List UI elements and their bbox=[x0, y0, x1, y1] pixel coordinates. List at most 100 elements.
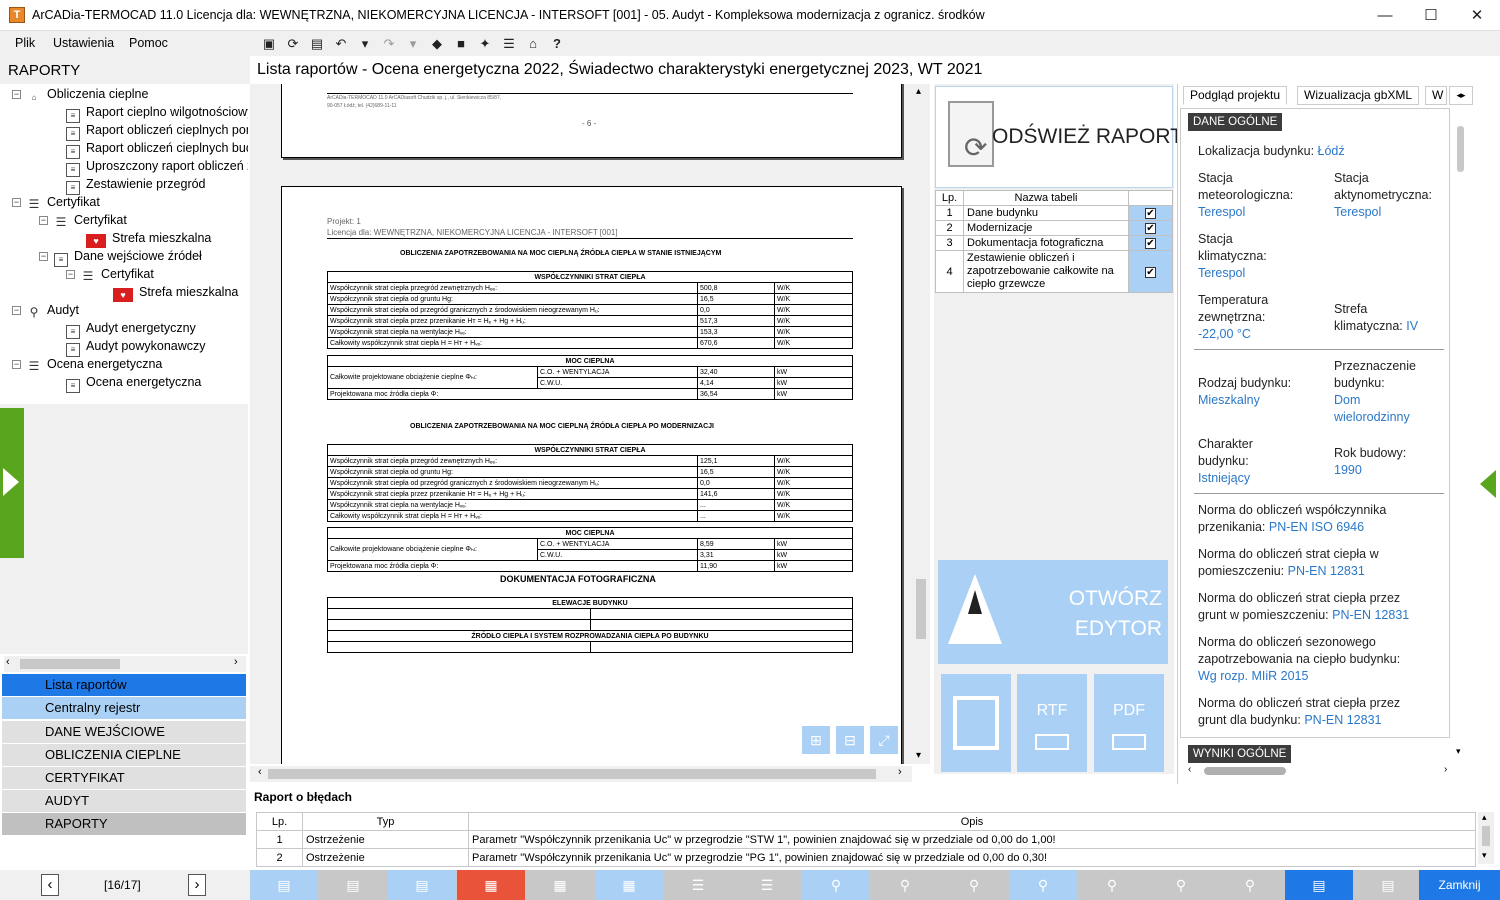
dropdown-icon[interactable]: ▾ bbox=[356, 35, 374, 53]
scroll-thumb[interactable] bbox=[268, 769, 876, 779]
tree-node[interactable]: − ⌂ Obliczenia cieplne bbox=[12, 85, 148, 106]
redo-icon[interactable]: ↷ bbox=[380, 35, 398, 53]
tree-node[interactable]: ≡ Audyt energetyczny bbox=[66, 319, 196, 339]
collapse-icon[interactable]: − bbox=[12, 306, 21, 315]
tree-node[interactable]: ≡ Raport obliczeń cieplnych bud bbox=[66, 139, 248, 159]
scroll-thumb[interactable] bbox=[1457, 126, 1464, 172]
scroll-thumb[interactable] bbox=[1482, 826, 1490, 846]
tree-node[interactable]: ≡ Audyt powykonawczy bbox=[66, 337, 206, 357]
scroll-right-icon[interactable]: › bbox=[1444, 764, 1447, 775]
menu-help[interactable]: Pomoc bbox=[129, 36, 168, 50]
prev-page-button[interactable]: ‹ bbox=[41, 874, 59, 896]
report-action-icon[interactable]: ▤ bbox=[319, 870, 387, 900]
scroll-up-icon[interactable]: ▴ bbox=[1482, 812, 1487, 823]
scroll-thumb[interactable] bbox=[20, 659, 120, 669]
scroll-thumb[interactable] bbox=[1204, 767, 1286, 775]
scroll-right-icon[interactable]: › bbox=[898, 766, 902, 778]
tree-node[interactable]: ≡ Raport cieplno wilgotnościowy bbox=[66, 103, 248, 123]
zoom-out-icon[interactable]: ⊟ bbox=[836, 726, 864, 754]
report-table-icon[interactable]: ▦ bbox=[526, 870, 594, 900]
table-row[interactable]: 1 Dane budynku ✔ bbox=[935, 205, 1173, 221]
wrench-icon[interactable]: ✦ bbox=[476, 35, 494, 53]
export-pdf-button[interactable]: PDF bbox=[1094, 674, 1164, 772]
scroll-up-icon[interactable]: ▴ bbox=[916, 86, 921, 97]
tree-node[interactable]: ≡ Raport obliczeń cieplnych pom bbox=[66, 121, 248, 141]
tree-node[interactable]: − ☰ Certyfikat bbox=[66, 265, 154, 285]
right-horizontal-scrollbar[interactable]: ‹ › bbox=[1186, 764, 1456, 778]
tree-node[interactable]: ≡ Ocena energetyczna bbox=[66, 373, 201, 393]
tree-node[interactable]: − ☰ Certyfikat bbox=[39, 211, 127, 231]
collapse-icon[interactable]: − bbox=[12, 90, 21, 99]
nav-input-data[interactable]: DANE WEJŚCIOWE bbox=[2, 721, 246, 743]
tree-node[interactable]: ♥ Strefa mieszkalna bbox=[113, 283, 238, 302]
expand-panel-arrow-icon[interactable] bbox=[0, 408, 24, 558]
nav-audit[interactable]: AUDYT bbox=[2, 790, 246, 812]
undo-icon[interactable]: ↶ bbox=[332, 35, 350, 53]
stamp-icon[interactable]: ◆ bbox=[428, 35, 446, 53]
maximize-button[interactable]: ☐ bbox=[1408, 0, 1454, 31]
scroll-down-icon[interactable]: ▾ bbox=[1456, 746, 1461, 757]
report-table-icon[interactable]: ▦ bbox=[595, 870, 663, 900]
preview-icon[interactable]: ▤ bbox=[308, 35, 326, 53]
report-audit-icon[interactable]: ⚲ bbox=[1216, 870, 1284, 900]
report-list-icon[interactable]: ☰ bbox=[664, 870, 732, 900]
report-audit-icon[interactable]: ⚲ bbox=[940, 870, 1008, 900]
preview-vertical-scrollbar[interactable]: ▴ ▾ bbox=[912, 84, 930, 764]
minimize-button[interactable]: — bbox=[1362, 0, 1408, 31]
tree-node[interactable]: − ⚲ Audyt bbox=[12, 301, 79, 321]
refresh-report-button[interactable]: ⟳ ODŚWIEŻ RAPORT bbox=[935, 86, 1183, 188]
menu-settings[interactable]: Ustawienia bbox=[53, 36, 114, 50]
export-icon[interactable]: ⌂ bbox=[524, 35, 542, 53]
tab-more[interactable]: W bbox=[1425, 86, 1447, 105]
menu-file[interactable]: Plik bbox=[15, 36, 35, 50]
next-page-button[interactable]: › bbox=[188, 874, 206, 896]
help-icon[interactable]: ? bbox=[548, 35, 566, 53]
tab-scroll-arrows-icon[interactable]: ◂▸ bbox=[1449, 86, 1473, 105]
report-action-icon[interactable]: ▤ bbox=[250, 870, 318, 900]
scroll-left-icon[interactable]: ‹ bbox=[6, 656, 10, 668]
scroll-down-icon[interactable]: ▾ bbox=[916, 750, 921, 761]
collapse-icon[interactable]: − bbox=[66, 270, 75, 279]
include-checkbox[interactable]: ✔ bbox=[1145, 266, 1156, 278]
error-vertical-scrollbar[interactable]: ▴ ▾ bbox=[1478, 812, 1494, 864]
dropdown-icon[interactable]: ▾ bbox=[404, 35, 422, 53]
open-editor-button[interactable]: OTWÓRZ EDYTOR bbox=[938, 560, 1168, 664]
save-icon[interactable]: ▣ bbox=[260, 35, 278, 53]
tree-node[interactable]: − ☰ Ocena energetyczna bbox=[12, 355, 162, 375]
tree-node[interactable]: − ☰ Certyfikat bbox=[12, 193, 100, 213]
report-table-icon[interactable]: ▦ bbox=[457, 870, 525, 900]
table-row[interactable]: 2 Modernizacje ✔ bbox=[935, 220, 1173, 236]
nav-report-list[interactable]: Lista raportów bbox=[2, 674, 246, 696]
report-audit-icon[interactable]: ⚲ bbox=[802, 870, 870, 900]
close-report-button[interactable]: Zamknij bbox=[1419, 870, 1500, 900]
collapse-icon[interactable]: − bbox=[39, 252, 48, 261]
fit-page-icon[interactable]: ⤢ bbox=[870, 726, 898, 754]
include-checkbox[interactable]: ✔ bbox=[1145, 238, 1156, 249]
tree-node[interactable]: ≡ Zestawienie przegród bbox=[66, 175, 206, 195]
report-document-icon[interactable]: ▤ bbox=[1354, 870, 1422, 900]
nav-heat-calculations[interactable]: OBLICZENIA CIEPLNE bbox=[2, 744, 246, 766]
scroll-left-icon[interactable]: ‹ bbox=[258, 766, 262, 778]
table-row[interactable]: 3 Dokumentacja fotograficzna ✔ bbox=[935, 235, 1173, 251]
report-audit-icon[interactable]: ⚲ bbox=[1147, 870, 1215, 900]
nav-certificate[interactable]: CERTYFIKAT bbox=[2, 767, 246, 789]
report-audit-icon[interactable]: ⚲ bbox=[1078, 870, 1146, 900]
tree-node[interactable]: ♥ Strefa mieszkalna bbox=[86, 229, 211, 248]
table-row[interactable]: 1 Ostrzeżenie Parametr "Współczynnik przen… bbox=[256, 830, 1476, 849]
report-list-icon[interactable]: ☰ bbox=[733, 870, 801, 900]
collapse-icon[interactable]: − bbox=[39, 216, 48, 225]
refresh-icon[interactable]: ⟳ bbox=[284, 35, 302, 53]
right-vertical-scrollbar[interactable]: ▾ bbox=[1454, 110, 1468, 760]
include-checkbox[interactable]: ✔ bbox=[1145, 208, 1156, 219]
table-row[interactable]: 2 Ostrzeżenie Parametr "Współczynnik przen… bbox=[256, 848, 1476, 867]
scroll-right-icon[interactable]: › bbox=[234, 656, 238, 668]
export-rtf-button[interactable]: RTF bbox=[1017, 674, 1087, 772]
lock-icon[interactable]: ■ bbox=[452, 35, 470, 53]
scroll-thumb[interactable] bbox=[916, 579, 926, 639]
nav-central-register[interactable]: Centralny rejestr bbox=[2, 697, 246, 719]
table-row[interactable]: 4 Zestawienie obliczeń i zapotrzebowanie … bbox=[935, 250, 1173, 293]
scroll-left-icon[interactable]: ‹ bbox=[1188, 764, 1191, 775]
report-audit-icon[interactable]: ⚲ bbox=[1009, 870, 1077, 900]
tree-node[interactable]: ≡ Uproszczony raport obliczeń za bbox=[66, 157, 248, 177]
tree-node[interactable]: − ≡ Dane wejściowe źródeł bbox=[39, 247, 202, 267]
